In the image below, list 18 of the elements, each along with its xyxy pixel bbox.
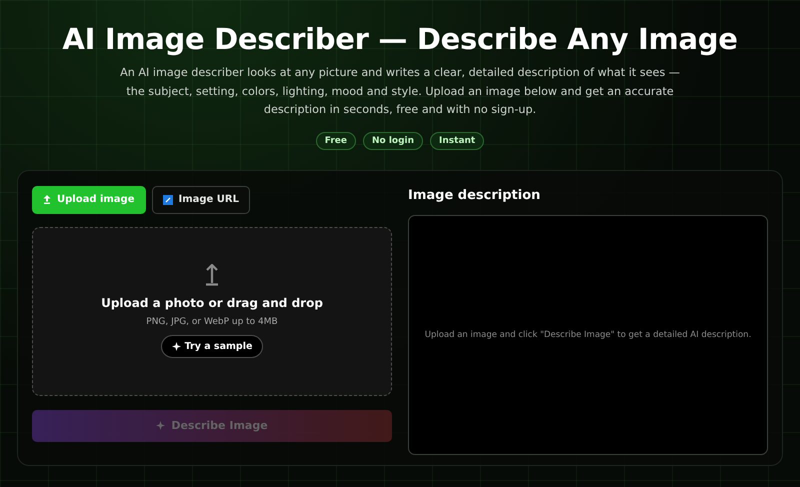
page-description: An AI image describer looks at any picture and writes a clear, detailed description of what it sees — the subject, setting, colors, lighting, mood and style. Upload an image below and get an accurate description in seconds, free and with no sign-up. [120, 65, 680, 118]
upload-icon [43, 195, 51, 204]
feature-badge: No login [362, 132, 424, 150]
upload-icon [205, 264, 219, 286]
sparkle-icon [156, 421, 166, 430]
output-placeholder: Upload an image and click "Describe Image" to get a detailed AI description. [424, 330, 752, 340]
drop-zone-title: Upload a photo or drag and drop [101, 296, 323, 310]
feature-badge: Free [316, 132, 356, 150]
drop-zone[interactable]: Upload a photo or drag and drop PNG, JPG, or WebP up to 4MB Try a sample [32, 226, 392, 396]
source-tab[interactable]: Image URL [152, 186, 250, 214]
file-type-hint: PNG, JPG, or WebP up to 4MB [146, 317, 278, 327]
description-field[interactable]: Upload an image and click "Describe Image" to get a detailed AI description. [408, 214, 768, 454]
page-title: AI Image Describer — Describe Any Image [62, 22, 738, 56]
sparkle-icon [172, 342, 181, 351]
output-heading: Image description [408, 188, 542, 202]
feature-badge: Instant [430, 132, 484, 150]
try-sample-button[interactable]: Try a sample [160, 335, 264, 358]
pencil-icon [162, 194, 172, 204]
